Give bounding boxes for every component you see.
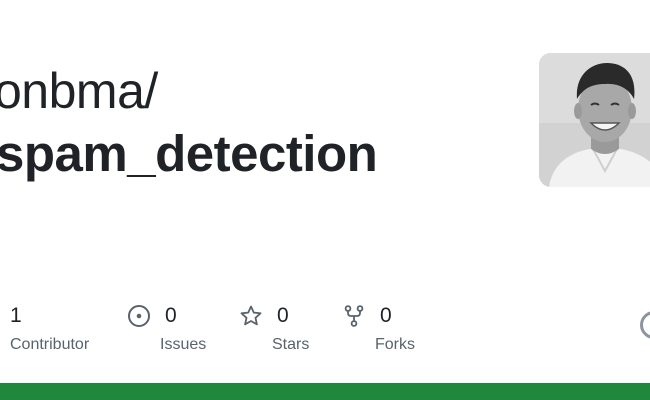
contributors-stat[interactable]: 1 Contributor [10, 300, 89, 354]
forks-stat[interactable]: 0 Forks [342, 300, 415, 354]
repo-social-card: onbma/ spam_detection 1 Contributor 0 Is… [0, 0, 650, 400]
issues-count: 0 [165, 304, 177, 327]
repo-owner[interactable]: onbma/ [0, 62, 158, 120]
avatar[interactable] [539, 53, 650, 187]
forks-label: Forks [375, 336, 415, 353]
repo-stats: 1 Contributor 0 Issues 0 Stars 0 Forks [0, 300, 650, 360]
repo-forked-icon [342, 304, 366, 328]
repo-name[interactable]: spam_detection [0, 124, 378, 184]
issues-stat[interactable]: 0 Issues [127, 300, 206, 354]
stars-label: Stars [272, 336, 310, 353]
contributors-count: 1 [10, 304, 22, 327]
issues-label: Issues [160, 336, 207, 353]
stars-count: 0 [277, 304, 289, 327]
forks-count: 0 [380, 304, 392, 327]
issue-opened-icon [127, 304, 151, 328]
star-icon [239, 304, 263, 328]
contributors-label: Contributor [10, 336, 90, 353]
stars-stat[interactable]: 0 Stars [239, 300, 309, 354]
language-bar [0, 383, 650, 400]
